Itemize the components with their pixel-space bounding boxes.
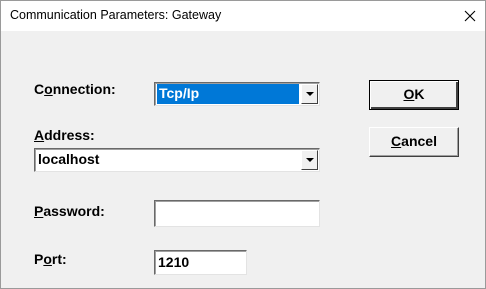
connection-label: Connection:	[34, 81, 116, 97]
connection-value: Tcp/Ip	[157, 84, 299, 104]
chevron-down-icon	[306, 92, 314, 96]
dialog-window: Communication Parameters: Gateway Connec…	[0, 0, 486, 289]
connection-dropdown-button[interactable]	[301, 84, 318, 104]
password-field[interactable]	[154, 200, 320, 227]
title-bar: Communication Parameters: Gateway	[1, 1, 485, 31]
port-value: 1210	[158, 254, 190, 270]
cancel-button[interactable]: Cancel	[369, 127, 459, 157]
address-value: localhost	[38, 151, 100, 167]
password-label: Password:	[34, 203, 105, 219]
window-title: Communication Parameters: Gateway	[10, 8, 222, 22]
ok-button[interactable]: OK	[369, 80, 459, 110]
port-field[interactable]: 1210	[154, 250, 247, 275]
address-combobox[interactable]: localhost	[34, 148, 320, 172]
port-label: Port:	[34, 251, 67, 267]
close-icon	[464, 10, 476, 22]
connection-select[interactable]: Tcp/Ip	[154, 82, 320, 106]
close-button[interactable]	[455, 1, 485, 31]
address-label: Address:	[34, 127, 95, 143]
address-dropdown-button[interactable]	[301, 150, 318, 170]
chevron-down-icon	[306, 158, 314, 162]
